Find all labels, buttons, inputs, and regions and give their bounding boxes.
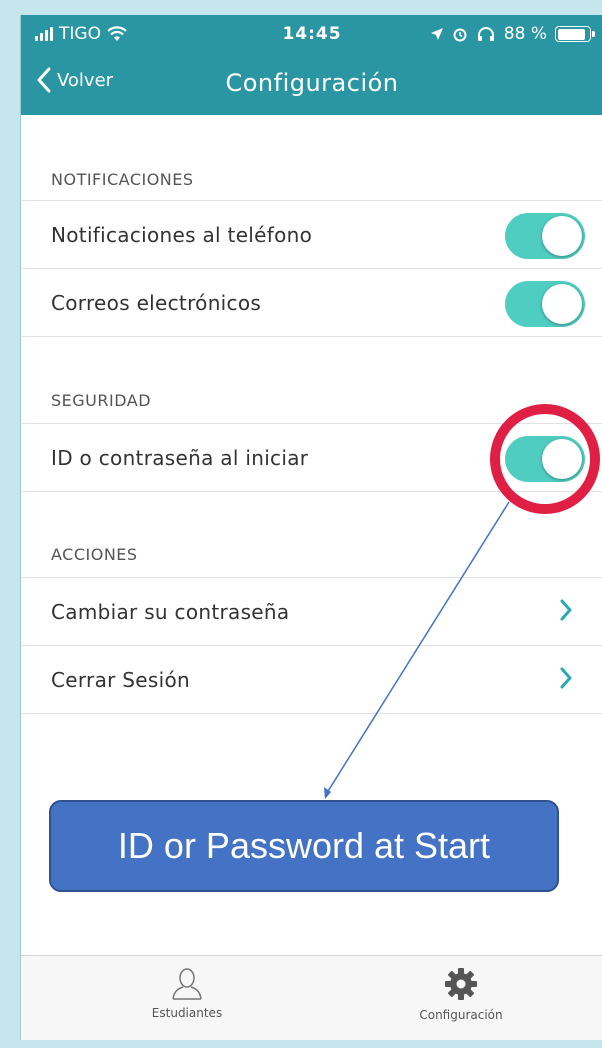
gear-icon [445, 968, 477, 1000]
tab-estudiantes[interactable]: Estudiantes [87, 966, 287, 1020]
action-label: Cambiar su contraseña [51, 600, 290, 624]
annotation-callout: ID or Password at Start [49, 800, 559, 892]
action-row-logout[interactable]: Cerrar Sesión [21, 645, 602, 713]
page-title: Configuración [225, 69, 399, 97]
status-right: 88 % [430, 24, 595, 44]
emails-toggle[interactable] [505, 281, 585, 327]
action-label: Cerrar Sesión [51, 668, 190, 692]
phone-notifications-toggle[interactable] [505, 213, 585, 259]
setting-label: Notificaciones al teléfono [51, 223, 313, 247]
highlight-circle [490, 404, 600, 514]
section-divider [21, 713, 602, 714]
tab-label: Configuración [419, 1008, 503, 1022]
app-header: TIGO 14:45 88 % Volver Configuración [21, 15, 602, 115]
battery-percent: 88 % [503, 24, 547, 44]
toggle-knob [542, 216, 582, 256]
location-arrow-icon [430, 28, 443, 40]
tab-configuracion[interactable]: Configuración [361, 966, 561, 1022]
section-divider [21, 336, 602, 337]
setting-label: ID o contraseña al iniciar [51, 446, 309, 470]
section-header-security: SEGURIDAD [51, 391, 152, 410]
alarm-icon [453, 28, 467, 42]
navigation-bar: Volver Configuración [21, 57, 602, 113]
battery-icon [555, 26, 595, 42]
headphones-icon [477, 27, 494, 41]
tab-label: Estudiantes [151, 1006, 223, 1020]
setting-row-emails: Correos electrónicos [21, 268, 602, 336]
status-bar: TIGO 14:45 88 % [21, 15, 602, 55]
chevron-right-icon [560, 667, 572, 689]
chevron-right-icon [560, 599, 572, 621]
setting-label: Correos electrónicos [51, 291, 262, 315]
person-icon [172, 968, 202, 1000]
phone-screen: TIGO 14:45 88 % Volver Configuración NOT… [20, 15, 602, 1040]
action-row-change-password[interactable]: Cambiar su contraseña [21, 577, 602, 645]
setting-row-phone-notifications: Notificaciones al teléfono [21, 200, 602, 268]
tab-bar: Estudiantes Configuración [21, 955, 602, 1040]
toggle-knob [542, 284, 582, 324]
section-header-actions: ACCIONES [51, 545, 138, 564]
section-header-notifications: NOTIFICACIONES [51, 170, 194, 189]
